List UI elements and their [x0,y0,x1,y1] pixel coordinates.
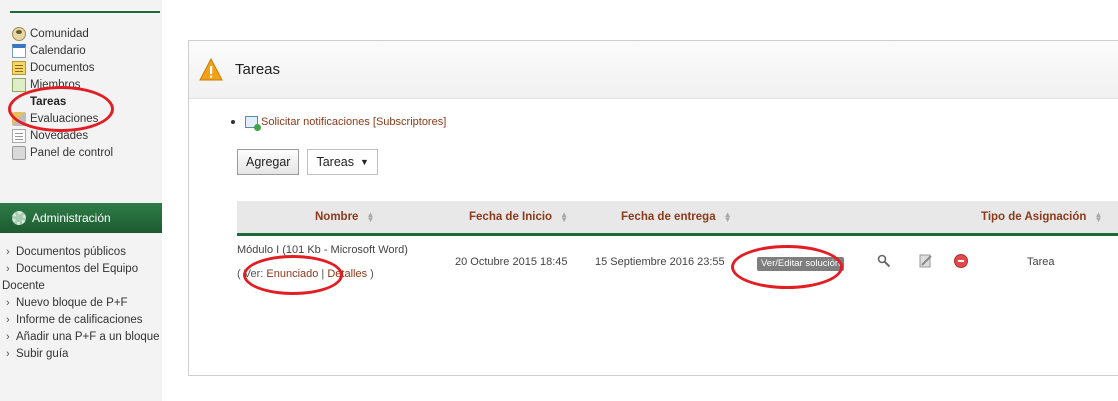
admin-item-nuevo-bloque[interactable]: › Nuevo bloque de P+F [2,295,160,312]
sort-icon: ▲ ▼ [366,210,375,224]
panel-header: Tareas [189,41,1118,99]
task-name[interactable]: Módulo I (101 Kb - Microsoft Word) [237,244,408,256]
news-icon [12,128,26,143]
chevron-right-icon: › [6,314,10,326]
subscribers-link[interactable]: [Subscriptores] [373,116,446,128]
admin-list: › Documentos públicos › Documentos del Equ… [2,244,160,363]
admin-item-documentos-publicos[interactable]: › Documentos públicos [2,244,160,261]
bullet [231,120,235,124]
sidebar-item-label: Calendario [30,44,86,57]
tasks-table: Nombre ▲ ▼ Fecha de Inicio ▲ ▼ Fecha de en… [237,201,1118,294]
admin-item-label: Documentos públicos [16,246,126,258]
column-header-fecha-entrega[interactable]: Fecha de entrega ▲ ▼ [621,201,732,233]
table-header: Nombre ▲ ▼ Fecha de Inicio ▲ ▼ Fecha de en… [237,201,1118,236]
sort-icon: ▲ ▼ [1094,210,1103,224]
admin-item-label: Subir guía [16,348,69,360]
admin-item-label-wrap: Docente [2,280,45,292]
detalles-link[interactable]: Detalles [327,268,367,280]
edit-icon[interactable] [919,254,933,268]
sidebar-divider [10,11,160,13]
admin-item-label: Documentos del Equipo [16,263,139,275]
sidebar-item-label: Tareas [30,95,67,108]
due-date: 15 Septiembre 2016 23:55 [595,256,725,268]
magnifier-icon[interactable] [877,254,891,268]
sidebar-item-label: Miembros [30,78,81,91]
request-notifications-link[interactable]: Solicitar notificaciones [261,116,370,128]
sidebar-item-novedades[interactable]: Novedades [12,127,160,144]
sidebar-item-panel-de-control[interactable]: Panel de control [12,144,160,161]
column-header-nombre[interactable]: Nombre ▲ ▼ [315,201,374,233]
documents-icon [12,60,26,75]
page-title: Tareas [235,61,281,78]
admin-item-label: Nuevo bloque de P+F [16,297,128,309]
sidebar-item-comunidad[interactable]: Comunidad [12,25,160,42]
sidebar-item-label: Panel de control [30,146,114,159]
community-icon [12,26,26,41]
chevron-right-icon: › [6,246,10,258]
admin-title: Administración [32,211,111,225]
subscribe-line: Solicitar notificaciones [Subscriptores] [231,116,446,131]
type-select-value: Tareas [316,155,355,169]
column-header-fecha-inicio[interactable]: Fecha de Inicio ▲ ▼ [469,201,568,233]
gear-icon [12,211,26,225]
members-icon [12,77,26,92]
column-header-tipo-asignacion[interactable]: Tipo de Asignación ▲ ▼ [981,201,1102,233]
sidebar-item-miembros[interactable]: Miembros [12,76,160,93]
control-panel-icon [12,145,26,160]
column-header-label: Nombre [315,211,359,223]
tasks-icon [12,95,26,109]
add-button[interactable]: Agregar [237,149,300,175]
tasks-panel: Tareas Solicitar notificaciones [Subscri… [188,40,1118,376]
links-separator: | [318,268,328,280]
sort-icon: ▲ ▼ [560,210,568,224]
sidebar-item-label: Evaluaciones [30,112,99,125]
sidebar-item-evaluaciones[interactable]: Evaluaciones [12,110,160,127]
chevron-right-icon: › [6,263,10,275]
admin-item-anadir-pf[interactable]: › Añadir una P+F a un bloque [2,329,160,346]
warning-icon [199,57,223,82]
links-paren-close: ) [367,268,374,280]
sidebar-item-calendario[interactable]: Calendario [12,42,160,59]
sort-icon: ▲ ▼ [723,210,732,224]
type-select[interactable]: Tareas ▼ [307,149,378,175]
chevron-right-icon: › [6,297,10,309]
admin-item-informe[interactable]: › Informe de calificaciones [2,312,160,329]
sidebar: Comunidad Calendario Documentos Miembros… [0,0,162,401]
task-links: ( Ver: Enunciado | Detalles ) [237,268,374,280]
table-row: Módulo I (101 Kb - Microsoft Word) ( Ver… [237,236,1118,294]
sidebar-item-label: Documentos [30,61,95,74]
start-date: 20 Octubre 2015 18:45 [455,256,568,268]
column-header-label: Fecha de entrega [621,211,716,223]
enunciado-link[interactable]: Enunciado [266,268,318,280]
calendar-icon [12,43,26,58]
admin-item-subir-guia[interactable]: › Subir guía [2,346,160,363]
admin-item-label: Añadir una P+F a un bloque [16,331,160,343]
assignment-type: Tarea [1027,256,1055,268]
sidebar-item-label: Comunidad [30,27,89,40]
caret-down-icon: ▼ [360,157,369,167]
admin-item-label: Informe de calificaciones [16,314,143,326]
sidebar-item-label: Novedades [30,129,89,142]
links-paren-open: ( [237,268,244,280]
column-header-label: Tipo de Asignación [981,211,1087,223]
mail-notification-icon[interactable] [245,116,261,131]
chevron-right-icon: › [6,348,10,360]
admin-section-header: Administración [0,203,162,233]
chevron-right-icon: › [6,331,10,343]
view-edit-solution-button[interactable]: Ver/Editar solución [757,257,845,271]
sidebar-nav: Comunidad Calendario Documentos Miembros… [12,25,160,161]
evaluations-icon [12,111,26,126]
column-header-label: Fecha de Inicio [469,211,553,223]
delete-icon[interactable] [954,254,968,268]
sidebar-item-tareas[interactable]: Tareas [12,93,160,110]
admin-item-documentos-equipo[interactable]: › Documentos del Equipo Docente [2,261,160,295]
sidebar-item-documentos[interactable]: Documentos [12,59,160,76]
toolbar: Agregar Tareas ▼ [237,149,378,175]
links-ver-label: Ver: [243,268,264,280]
